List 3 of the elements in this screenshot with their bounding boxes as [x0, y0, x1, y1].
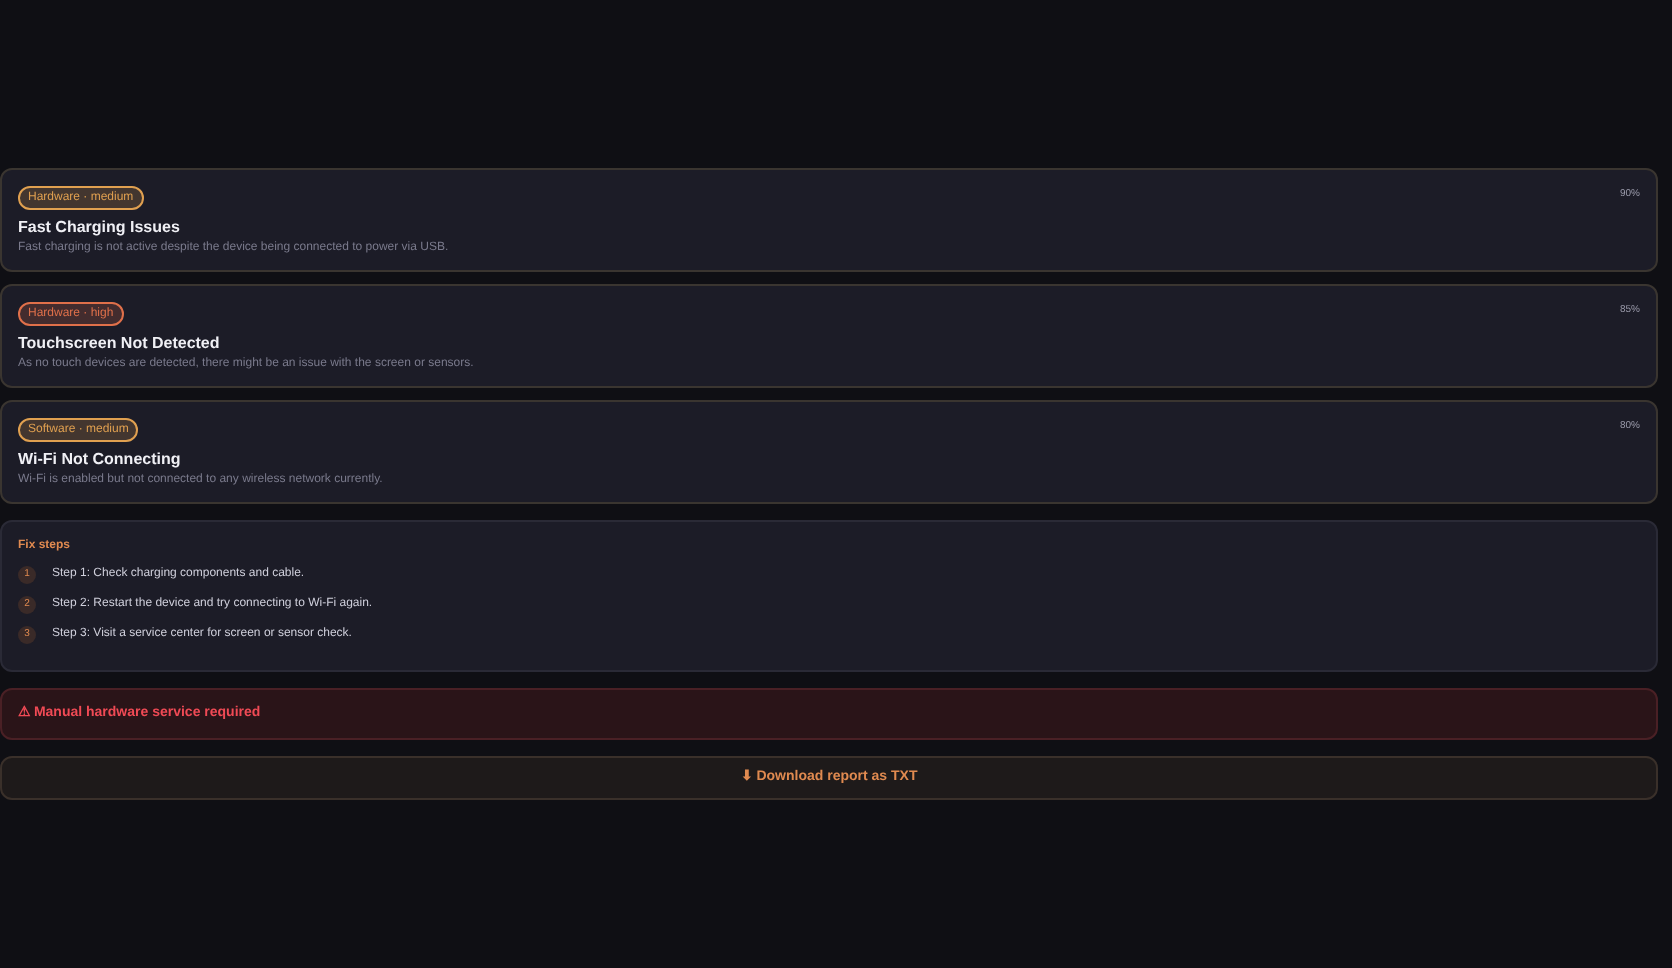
issue-title: Fast Charging Issues [18, 218, 180, 238]
issue-title: Touchscreen Not Detected [18, 334, 220, 354]
issue-title: Wi-Fi Not Connecting [18, 450, 181, 470]
